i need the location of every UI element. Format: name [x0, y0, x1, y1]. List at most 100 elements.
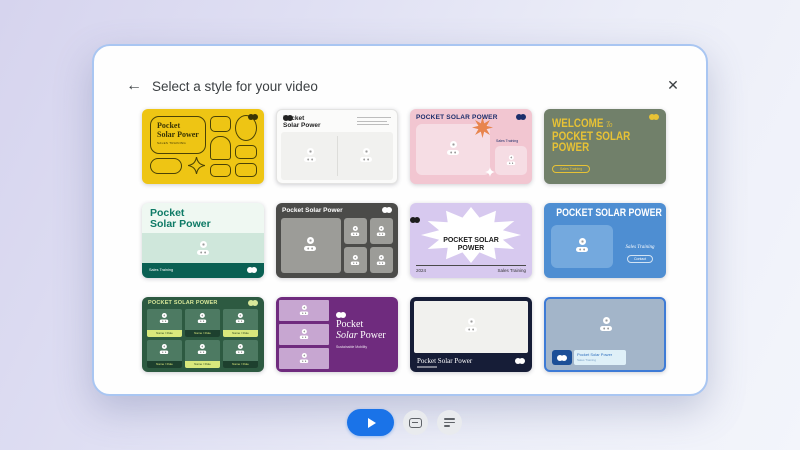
- media-placeholder-icon: [464, 318, 478, 332]
- media-area-small: [495, 146, 527, 175]
- play-icon: [368, 418, 376, 428]
- shape-rect: [235, 145, 257, 159]
- card-label: Sales Training: [497, 268, 526, 273]
- card-subtitle: SALES TRAINING: [157, 141, 186, 145]
- media-placeholder-icon: [350, 255, 360, 265]
- card-title: POCKET SOLAR POWER: [148, 300, 218, 306]
- media-area: [279, 324, 329, 345]
- team-cell: Name / Role: [147, 309, 182, 337]
- divider: [337, 136, 338, 176]
- style-card-steel-selected[interactable]: Pocket Solar Power Sales Training: [544, 297, 666, 372]
- media-placeholder-icon: [359, 148, 373, 162]
- brand-logo-icon: [515, 358, 526, 364]
- media-placeholder-icon: [299, 353, 309, 363]
- media-area: [344, 218, 367, 244]
- style-picker-modal: ← Select a style for your video ✕ Pocket…: [92, 44, 708, 396]
- team-cell: Name / Role: [223, 340, 258, 368]
- card-label: Sales Training: [149, 268, 173, 272]
- style-card-blue-bold[interactable]: POCKET SOLAR POWER Sales Training Contac…: [544, 203, 666, 278]
- style-card-mint-fresh[interactable]: PocketSolar Power Sales Training: [142, 203, 264, 278]
- brand-logo-icon: [248, 300, 259, 306]
- media-area: [279, 348, 329, 369]
- style-card-plum-split[interactable]: PocketSolar Power Sustainable Mobility: [276, 297, 398, 372]
- media-placeholder-icon: [376, 255, 386, 265]
- media-area: [281, 132, 393, 180]
- media-placeholder-icon: [350, 226, 360, 236]
- media-placeholder-icon: [235, 313, 245, 323]
- media-placeholder-icon: [197, 313, 207, 323]
- script-lines-icon: [444, 418, 455, 427]
- brand-logo-icon: [557, 355, 568, 361]
- tagline-lines: [357, 117, 391, 128]
- shape-rect: [210, 164, 231, 177]
- shape-rect: [210, 116, 231, 132]
- team-cell: Name / Role: [147, 340, 182, 368]
- name-bar: Name / Role: [147, 361, 182, 368]
- style-card-pink-playful[interactable]: POCKET SOLAR POWER Sales Training: [410, 109, 532, 184]
- shape-arch: [210, 136, 231, 160]
- subtitle-line: [417, 366, 437, 368]
- card-title: POCKET SOLAR POWER: [556, 207, 654, 219]
- team-cell: Name / Role: [185, 340, 220, 368]
- starburst-icon: [472, 117, 493, 138]
- name-bar: Name / Role: [223, 330, 258, 337]
- media-placeholder-icon: [299, 329, 309, 339]
- close-icon[interactable]: ✕: [664, 76, 682, 94]
- brand-badge: [552, 350, 572, 365]
- frames-button[interactable]: [403, 410, 428, 435]
- name-bar: Name / Role: [223, 361, 258, 368]
- name-bar: Name / Role: [185, 330, 220, 337]
- card-title: WELCOME To POCKET SOLAR POWER: [552, 118, 642, 154]
- brand-logo-icon: [247, 267, 258, 273]
- media-area: [370, 247, 393, 273]
- team-cell: Name / Role: [185, 309, 220, 337]
- card-badge: Sales Training: [552, 165, 590, 173]
- brand-logo-icon: [306, 116, 315, 121]
- team-cell: Name / Role: [223, 309, 258, 337]
- media-placeholder-icon: [303, 237, 317, 251]
- card-title-block: POCKET SOLARPOWER: [410, 217, 532, 252]
- card-title: PocketSolar Power: [157, 122, 199, 139]
- script-button[interactable]: [437, 410, 462, 435]
- page-title: Select a style for your video: [152, 79, 318, 94]
- media-placeholder-icon: [575, 238, 589, 252]
- bottom-toolbar: [347, 409, 462, 436]
- sparkle-icon: [188, 157, 205, 174]
- media-area: [279, 300, 329, 321]
- media-area: [142, 233, 264, 263]
- title-box: Pocket Solar Power Sales Training: [574, 350, 626, 365]
- brand-logo-icon: [382, 207, 393, 213]
- card-title: PocketSolar Power: [150, 208, 211, 229]
- style-card-lavender-burst[interactable]: POCKET SOLARPOWER 2024 Sales Training: [410, 203, 532, 278]
- style-card-forest-team[interactable]: POCKET SOLAR POWER Name / Role Name / Ro…: [142, 297, 264, 372]
- card-label: Sales Training: [618, 245, 662, 250]
- style-card-navy-classic[interactable]: Pocket Solar Power: [410, 297, 532, 372]
- media-placeholder-icon: [159, 344, 169, 354]
- play-button[interactable]: [347, 409, 394, 436]
- style-card-olive-welcome[interactable]: WELCOME To POCKET SOLAR POWER Sales Trai…: [544, 109, 666, 184]
- brand-logo-icon: [336, 312, 347, 318]
- brand-logo-icon: [649, 114, 660, 120]
- style-card-yellow-abstract[interactable]: PocketSolar Power SALES TRAINING: [142, 109, 264, 184]
- card-title: Pocket Solar Power: [282, 207, 343, 214]
- card-year: 2024: [416, 268, 426, 273]
- back-button[interactable]: ←: [124, 76, 144, 96]
- brand-logo-icon: [516, 114, 527, 120]
- media-placeholder-icon: [303, 148, 317, 162]
- brand-logo-icon: [248, 114, 259, 120]
- card-title: POCKET SOLARPOWER: [410, 237, 532, 252]
- shape-pill: [150, 158, 182, 174]
- media-placeholder-icon: [159, 313, 169, 323]
- footer-bar: Sales Training: [142, 263, 264, 278]
- media-placeholder-icon: [446, 141, 460, 155]
- style-card-charcoal-grid[interactable]: Pocket Solar Power: [276, 203, 398, 278]
- contact-pill: Contact: [627, 255, 653, 263]
- media-placeholder-icon: [197, 344, 207, 354]
- name-bar: Name / Role: [185, 361, 220, 368]
- media-placeholder-icon: [506, 155, 516, 165]
- card-title: Pocket Solar Power: [577, 352, 623, 357]
- card-title: Pocket Solar Power: [417, 357, 472, 365]
- style-card-white-minimal[interactable]: Pocket Solar Power: [276, 109, 398, 184]
- name-bar: Name / Role: [147, 330, 182, 337]
- brand-logo-icon: [466, 225, 476, 230]
